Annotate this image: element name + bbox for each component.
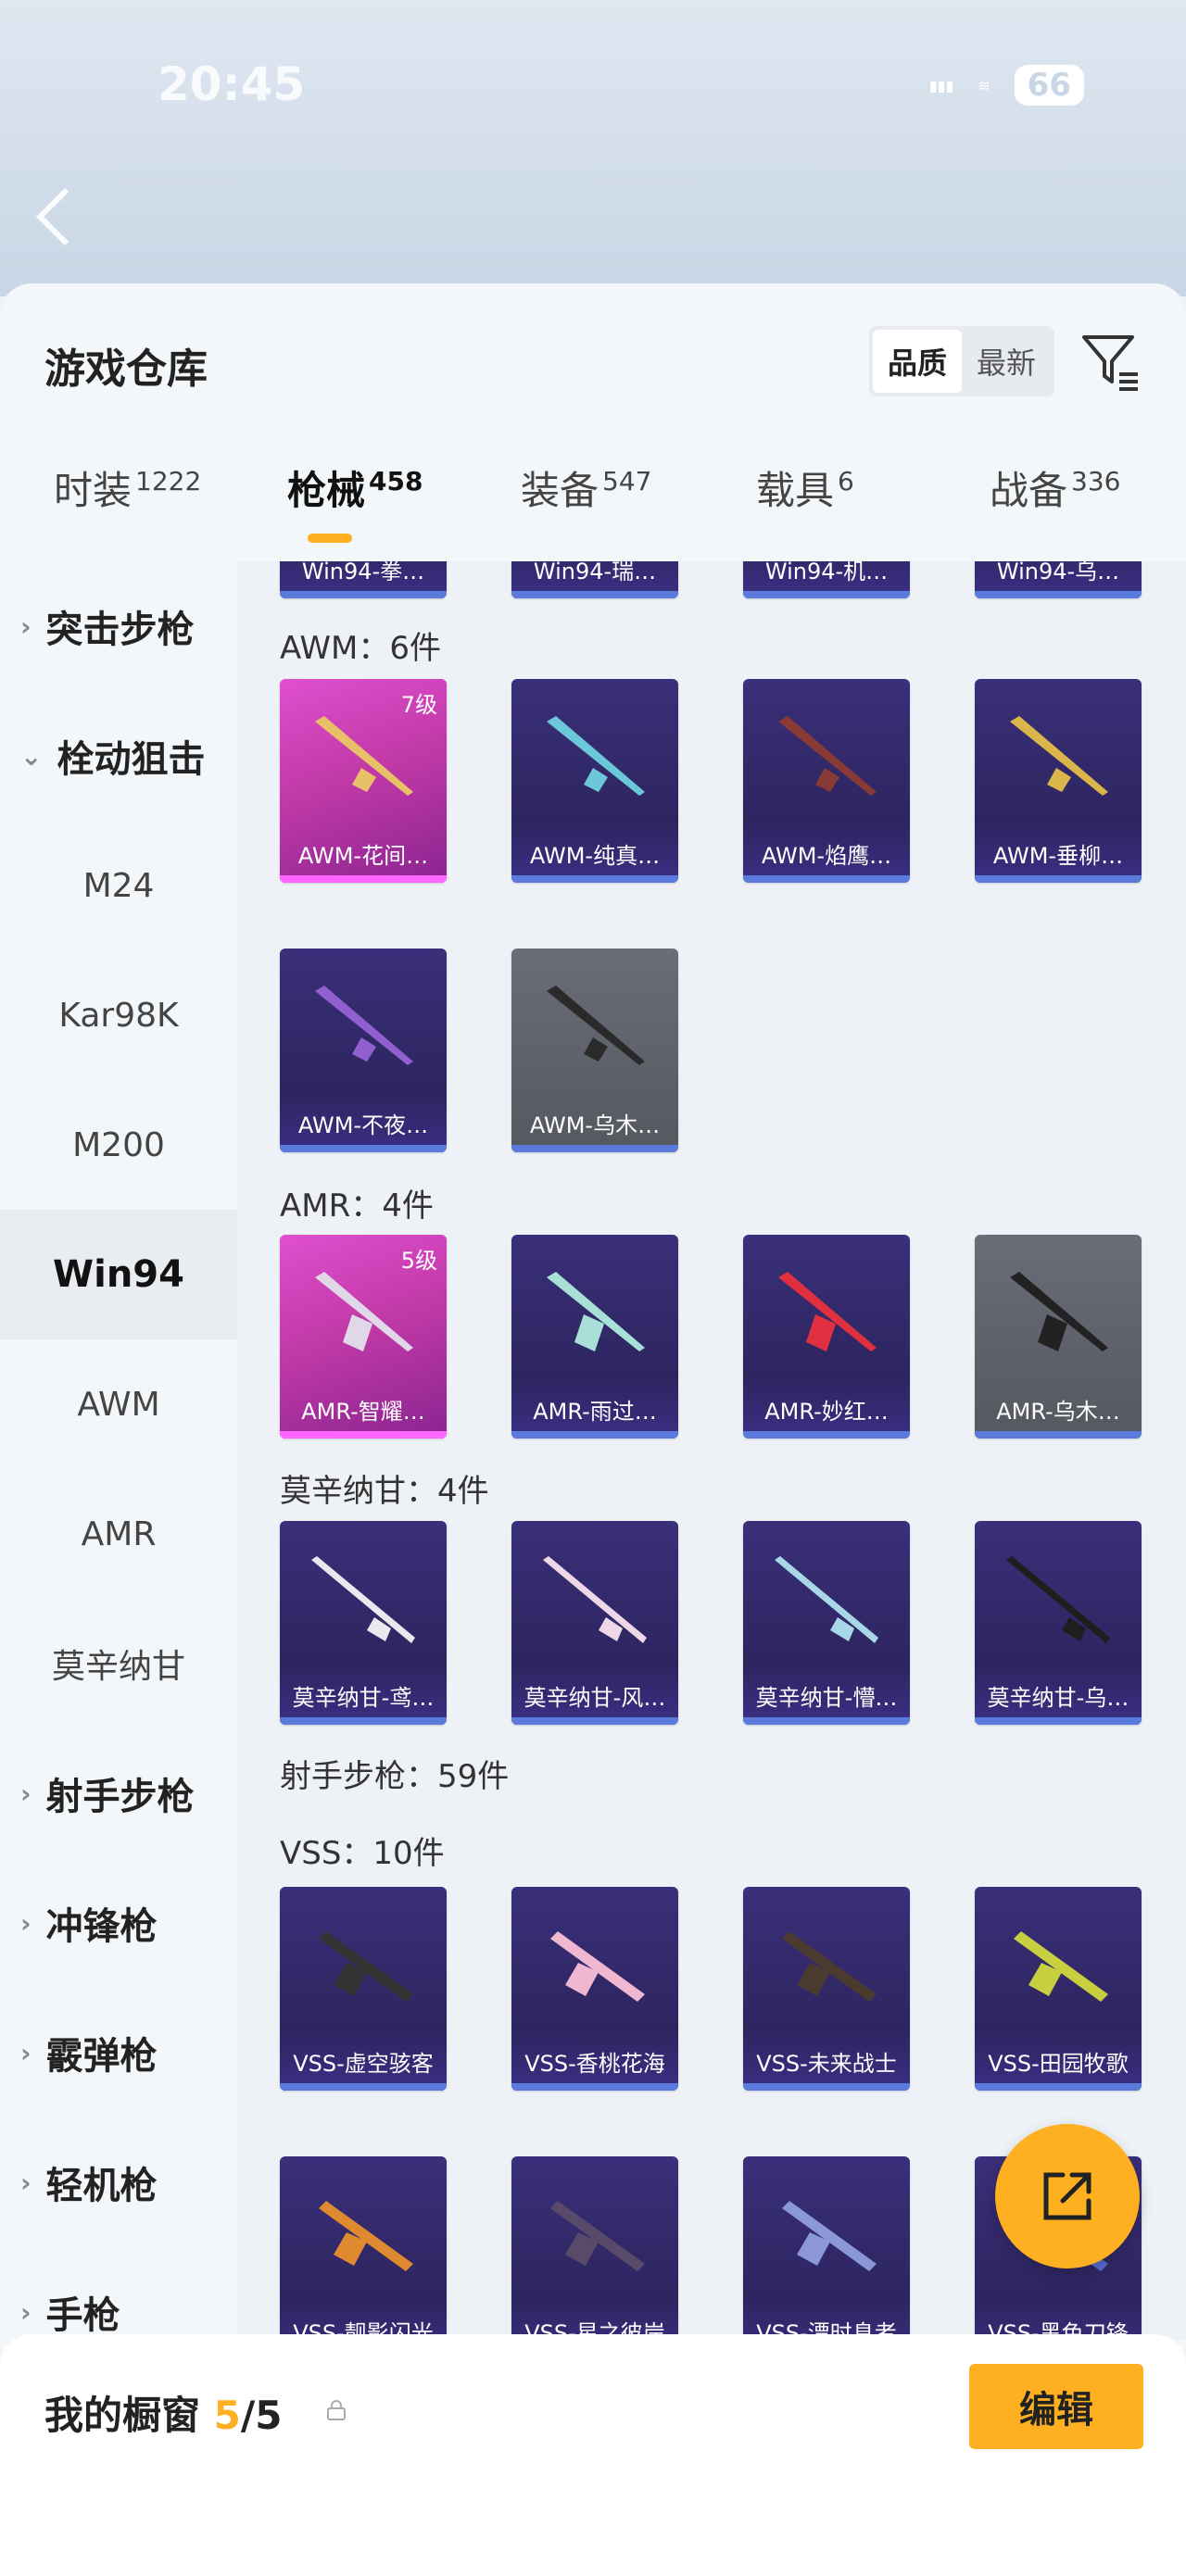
rifle-icon: [311, 1556, 415, 1643]
item-card[interactable]: Win94-乌…: [975, 561, 1142, 598]
sidebar-item-mosin[interactable]: 莫辛纳甘: [0, 1599, 237, 1728]
item-card[interactable]: AWM-焰鹰…: [743, 679, 910, 883]
chevron-right-icon: ›: [20, 1907, 32, 1939]
section-title-vss: VSS：10件: [280, 1835, 445, 1872]
section-title-mosin: 莫辛纳甘：4件: [280, 1473, 489, 1510]
item-card[interactable]: AMR-雨过…: [511, 1235, 678, 1439]
active-tab-indicator: [308, 534, 352, 543]
showcase-title: 我的橱窗 5/5: [44, 2393, 283, 2438]
rifle-icon: [778, 1272, 877, 1351]
item-card[interactable]: Win94-瑞…: [511, 561, 678, 598]
sidebar-item-dmr[interactable]: › 射手步枪: [0, 1728, 237, 1858]
item-card[interactable]: 莫辛纳甘-懵…: [743, 1521, 910, 1725]
tab-vehicles[interactable]: 载具 6: [756, 459, 854, 516]
sidebar-item-amr[interactable]: AMR: [0, 1469, 237, 1599]
section-title-amr: AMR：4件: [280, 1187, 434, 1225]
sort-quality-button[interactable]: 品质: [873, 330, 962, 393]
sidebar-item-kar98k[interactable]: Kar98K: [0, 950, 237, 1080]
rifle-icon: [778, 716, 877, 796]
item-grid: Win94-拳… Win94-瑞… Win94-机… Win94-乌… AWM：…: [237, 561, 1186, 2340]
lock-icon: [327, 2400, 346, 2420]
item-card[interactable]: AWM-纯真…: [511, 679, 678, 883]
battery-indicator: 66: [1014, 65, 1084, 106]
item-card[interactable]: 莫辛纳甘-鸢…: [280, 1521, 447, 1725]
chevron-right-icon: ›: [20, 610, 32, 642]
chevron-down-icon: ⌄: [20, 740, 43, 772]
item-card[interactable]: VSS-漂时息者: [743, 2156, 910, 2340]
share-button[interactable]: [995, 2124, 1140, 2268]
tab-outfit[interactable]: 时装 1222: [54, 459, 201, 516]
item-card[interactable]: 5级 AMR-智耀…: [280, 1235, 447, 1439]
rifle-icon: [547, 1272, 645, 1351]
rifle-icon: [1010, 716, 1108, 796]
rifle-icon: [550, 1931, 645, 2002]
rifle-icon: [782, 1931, 877, 2002]
sidebar-item-bolt-sniper[interactable]: ⌄ 栓动狙击: [0, 691, 237, 821]
page-title: 游戏仓库: [44, 346, 208, 393]
showcase-bar: 我的橱窗 5/5 编辑: [0, 2334, 1186, 2576]
category-tabs: 时装 1222 枪械 458 装备 547 载具 6 战备 336: [0, 459, 1186, 561]
tab-weapons[interactable]: 枪械 458: [287, 459, 423, 516]
edit-button[interactable]: 编辑: [969, 2364, 1143, 2449]
share-icon: [1043, 2172, 1091, 2220]
signal-icon: ▮▮▮: [928, 76, 954, 94]
sidebar-item-awm[interactable]: AWM: [0, 1339, 237, 1469]
item-card[interactable]: Win94-机…: [743, 561, 910, 598]
item-card[interactable]: 莫辛纳甘-乌…: [975, 1521, 1142, 1725]
rifle-icon: [543, 1556, 647, 1643]
sort-toggle: 品质 最新: [869, 326, 1054, 396]
showcase-count: 5/5: [213, 2393, 283, 2438]
rifle-icon: [1014, 1931, 1108, 2002]
item-card[interactable]: VSS-香桃花海: [511, 1887, 678, 2091]
item-card[interactable]: VSS-虚空骇客: [280, 1887, 447, 2091]
sidebar-item-lmg[interactable]: › 轻机枪: [0, 2117, 237, 2247]
weapon-sidebar: › 突击步枪 ⌄ 栓动狙击 M24 Kar98K M200 Win94 AWM AM…: [0, 561, 237, 2340]
rifle-icon: [775, 1556, 878, 1643]
sidebar-item-smg[interactable]: › 冲锋枪: [0, 1858, 237, 1988]
item-card[interactable]: AWM-不夜…: [280, 949, 447, 1152]
rifle-icon: [547, 986, 645, 1065]
sidebar-item-m200[interactable]: M200: [0, 1080, 237, 1210]
chevron-right-icon: ›: [20, 2296, 32, 2328]
sort-newest-button[interactable]: 最新: [962, 330, 1051, 393]
item-card[interactable]: VSS-田园牧歌: [975, 1887, 1142, 2091]
rifle-icon: [315, 716, 413, 796]
item-card[interactable]: 7级 AWM-花间…: [280, 679, 447, 883]
sidebar-item-win94[interactable]: Win94: [0, 1210, 237, 1339]
rifle-icon: [1010, 1272, 1108, 1351]
chevron-right-icon: ›: [20, 2167, 32, 2198]
rifle-icon: [319, 1931, 413, 2002]
tab-supplies[interactable]: 战备 336: [990, 459, 1120, 516]
sidebar-item-shotgun[interactable]: › 霰弹枪: [0, 1988, 237, 2117]
rifle-icon: [315, 986, 413, 1065]
wifi-icon: ≋: [978, 76, 990, 94]
rifle-icon: [782, 2201, 877, 2271]
item-card[interactable]: AWM-垂柳…: [975, 679, 1142, 883]
rifle-icon: [1006, 1556, 1110, 1643]
sidebar-item-m24[interactable]: M24: [0, 821, 237, 950]
rifle-icon: [319, 2201, 413, 2271]
filter-icon[interactable]: [1079, 328, 1143, 393]
status-time: 20:45: [158, 57, 306, 111]
item-card[interactable]: AMR-乌木…: [975, 1235, 1142, 1439]
item-card[interactable]: AMR-妙红…: [743, 1235, 910, 1439]
item-card[interactable]: AWM-乌木…: [511, 949, 678, 1152]
tab-equipment[interactable]: 装备 547: [521, 459, 651, 516]
status-icons: ▮▮▮ ≋ 66: [929, 65, 1084, 106]
item-card[interactable]: Win94-拳…: [280, 561, 447, 598]
chevron-right-icon: ›: [20, 1778, 32, 1809]
rifle-icon: [547, 716, 645, 796]
section-title-dmr: 射手步枪：59件: [280, 1758, 510, 1795]
chevron-right-icon: ›: [20, 2037, 32, 2068]
section-title-awm: AWM：6件: [280, 630, 441, 667]
item-card[interactable]: VSS-星之彼岸: [511, 2156, 678, 2340]
item-card[interactable]: VSS-未来战士: [743, 1887, 910, 2091]
item-card[interactable]: VSS-靓影闪光: [280, 2156, 447, 2340]
sidebar-item-assault-rifle[interactable]: › 突击步枪: [0, 561, 237, 691]
rifle-icon: [550, 2201, 645, 2271]
item-card[interactable]: 莫辛纳甘-风…: [511, 1521, 678, 1725]
rifle-icon: [315, 1272, 413, 1351]
status-bar-background: [0, 0, 1186, 296]
